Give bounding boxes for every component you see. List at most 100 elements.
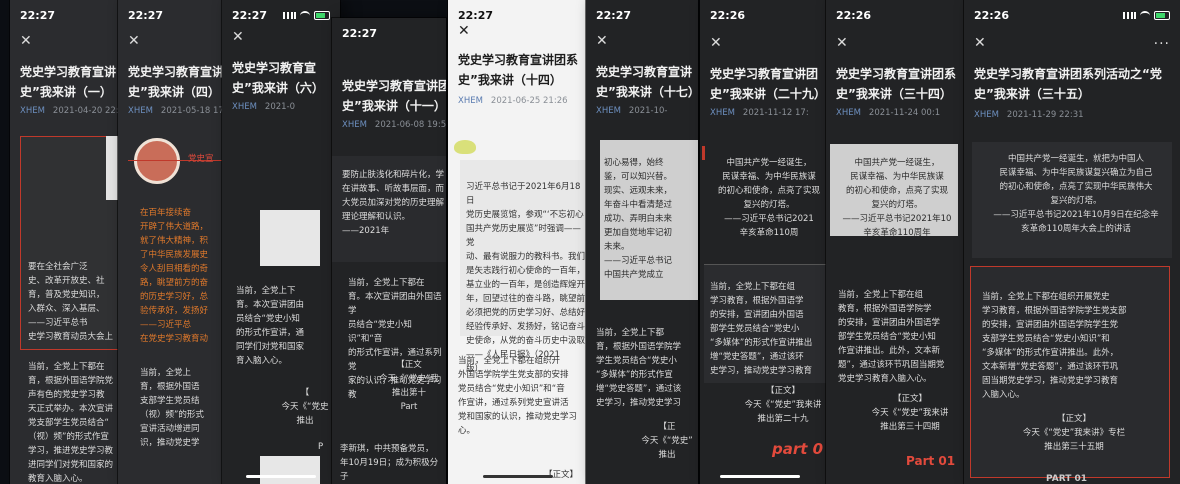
body-text: 当前，全党上 育，根据外国语 支部学生党员结 （视）频”的形式 宣讲活动增进同 … (140, 368, 204, 448)
phone-screen-7: 22:26 ✕ 党史学习教育宣讲团 史”我来讲（二十九） XHEM 2021-11-… (700, 0, 826, 484)
close-icon[interactable]: ✕ (128, 34, 140, 48)
close-icon[interactable]: ✕ (596, 34, 608, 48)
article-meta: XHEM 2021-06-08 19:54 (342, 120, 446, 130)
publish-date: 2021-11-29 22:31 (1006, 110, 1084, 120)
source-name[interactable]: XHEM (458, 96, 483, 106)
status-icons (283, 11, 330, 20)
publish-date: 2021-06-08 19:54 (374, 120, 446, 130)
section-heading: 【 今天《“党史 推出 (281, 388, 329, 426)
phone-screen-3: 22:27 ✕ 党史学习教育宣 史”我来讲（六） XHEM 2021-0 当前，全党… (222, 0, 340, 484)
publish-date: 2021-05-18 17:3 (160, 106, 230, 116)
status-time: 22:27 (20, 9, 56, 22)
close-icon[interactable]: ✕ (20, 34, 32, 48)
status-time: 22:27 (232, 9, 268, 22)
home-indicator (720, 475, 800, 478)
quote-text: 习近平总书记于2021年6月18日 党历史展览馆，参观“‘不忘初心 国共产党历史… (466, 182, 586, 374)
battery-icon (314, 11, 330, 20)
quote-text: 初心易得，始终 鉴，可以知兴替。 现实、远观未来， 年奋斗中看清楚过 成功、弄明… (604, 158, 673, 280)
close-icon[interactable]: ✕ (974, 36, 986, 50)
article-image (260, 210, 320, 266)
phone-screen-6: 22:27 ✕ 党史学习教育宣讲 史”我来讲（十七） XHEM 2021-10- 初… (586, 0, 698, 484)
home-indicator (483, 475, 553, 478)
publish-date: 2021-10- (628, 106, 668, 116)
phone-screen-9: 22:26 ✕ ··· 党史学习教育宣讲团系列活动之“党 史”我来讲（三十五） X… (964, 0, 1180, 484)
more-icon[interactable]: ··· (1154, 36, 1170, 52)
article-title: 党史学习教育宣讲 史”我来讲（十七） (596, 65, 698, 99)
phone-screen-8: 22:26 ✕ 党史学习教育宣讲团系 史”我来讲（三十四） XHEM 2021-11… (826, 0, 964, 484)
battery-icon (1154, 11, 1170, 20)
status-time: 22:27 (342, 27, 378, 40)
decor-image (454, 140, 476, 154)
publish-date: 2021-11-12 17: (742, 108, 809, 118)
phone-screen-4: 22:27 党史学习教育宣讲团 史”我来讲（十一） XHEM 2021-06-08 … (332, 18, 446, 484)
screenshot-collage: 22:27 ✕ 党史学习教育宣讲 史”我来讲（一） XHEM 2021-04-20 … (0, 0, 1180, 484)
decor-line (702, 146, 705, 160)
source-name[interactable]: XHEM (974, 110, 999, 120)
publish-date: 2021-06-25 21:26 (490, 96, 568, 106)
status-time: 22:27 (458, 9, 494, 22)
close-icon[interactable]: ✕ (836, 36, 848, 50)
close-icon[interactable]: ✕ (232, 30, 244, 44)
close-icon[interactable]: ✕ (710, 36, 722, 50)
part-label: part 0 (772, 440, 824, 458)
source-name[interactable]: XHEM (128, 106, 153, 116)
wifi-icon (300, 11, 310, 20)
part-label: Part 01 (906, 454, 956, 468)
article-title: 党史学习教育宣 史”我来讲（六） (232, 61, 324, 95)
article-image (260, 456, 320, 484)
profile-text: 李新琪，中共预备党员， 年10月19日；成为积极分子 (340, 444, 439, 482)
source-name[interactable]: XHEM (342, 120, 367, 130)
home-indicator (246, 475, 316, 478)
status-time: 22:26 (836, 9, 872, 22)
article-meta: XHEM 2021-10- (596, 106, 668, 116)
close-icon[interactable]: ✕ (458, 24, 470, 38)
quote-text: 在百年接续奋 开辟了伟大道路， 就了伟大精神，积 了中华民族发展史 令人刮目相看… (140, 208, 209, 344)
status-time: 22:26 (974, 9, 1010, 22)
article-title: 党史学习教育宣讲团系列活动之“党 史”我来讲（三十五） (974, 67, 1162, 101)
status-time: 22:26 (710, 9, 746, 22)
article-meta: XHEM 2021-04-20 22:5 (20, 106, 122, 116)
source-name[interactable]: XHEM (710, 108, 735, 118)
status-icons (1123, 11, 1170, 20)
source-name[interactable]: XHEM (836, 108, 861, 118)
body-text: 当前，全党上下都在 育，根据外国语学院党 声有色的党史学习教 天正式举办。本次宣… (28, 362, 114, 484)
phone-screen-1: 22:27 ✕ 党史学习教育宣讲 史”我来讲（一） XHEM 2021-04-20 … (10, 0, 122, 484)
body-text: 当前，全党上下都在组 学习教育，根据外国语学 的安排，宣讲团由外国语 部学生党员… (710, 282, 813, 376)
article-title: 党史学习教育宣讲团 史”我来讲（二十九） (710, 67, 826, 101)
phone-screen-5: 22:27 ✕ 党史学习教育宣讲团系 史”我来讲（十四） XHEM 2021-06-… (448, 0, 588, 484)
signal-icon (1123, 12, 1136, 19)
status-time: 22:27 (128, 9, 164, 22)
article-meta: XHEM 2021-11-29 22:31 (974, 110, 1084, 120)
body-text: 当前，全党上下都在组 教育，根据外国语学院学 的安排，宣讲团由外国语学 部学生党… (838, 290, 945, 384)
banner-label: 党史宣 (188, 154, 214, 164)
quote-text: 中国共产党一经诞生， 民谋幸福、为中华民族谋 的初心和使命，点亮了实现 复兴的灯… (717, 158, 820, 238)
phone-screen-2: 22:27 ✕ 党史学习教育宣讲 史”我来讲（四） XHEM 2021-05-18 … (118, 0, 230, 484)
source-name[interactable]: XHEM (232, 102, 257, 112)
quote-text: 中国共产党一经诞生，就把为中国人 民谋幸福、为中华民族谋复兴确立为自己 的初心和… (993, 154, 1159, 234)
section-heading: 【正文】 今天《“党史”我来讲 推出第三十四期 (871, 394, 949, 432)
banner-emblem (134, 138, 180, 184)
body-text: 当前，全党上下都 育，根据外国语学院学 学生党员结合“党史小 “多媒体”的形式作… (596, 328, 682, 408)
quote-text: 中国共产党一经诞生， 民谋幸福、为中华民族谋 的初心和使命，点亮了实现 复兴的灯… (842, 158, 952, 238)
section-heading: 【正 今天《“党史” 推出 (641, 422, 693, 460)
quote-text: 要在全社会广泛 史、改革开放史、社 育，普及党史知识， 入群众、深入基层、 ——… (28, 262, 114, 342)
part-label: PART 01 (1046, 474, 1088, 484)
article-title: 党史学习教育宣讲团系 史”我来讲（三十四） (836, 67, 957, 101)
article-meta: XHEM 2021-05-18 17:3 (128, 106, 230, 116)
article-meta: XHEM 2021-06-25 21:26 (458, 96, 568, 106)
body-text: 当前，全党上下都在组织开 外国语学院学生党支部的安排 党员结合“党史小知识”和“… (458, 356, 578, 436)
publish-date: 2021-0 (264, 102, 296, 112)
status-time: 22:27 (596, 9, 632, 22)
signal-icon (283, 12, 296, 19)
article-title: 党史学习教育宣讲 史”我来讲（一） (20, 65, 117, 99)
source-name[interactable]: XHEM (596, 106, 621, 116)
section-heading: 【正文】 今天《“党史”我来讲 推出第二十九 (744, 386, 822, 424)
body-text: 当前，全党上下都在组织开展党史 学习教育，根据外国语学院学生党支部 的安排，宣讲… (982, 292, 1127, 400)
article-meta: XHEM 2021-11-12 17: (710, 108, 809, 118)
article-title: 党史学习教育宣讲团系 史”我来讲（十四） (458, 53, 579, 87)
publish-date: 2021-11-24 00:1 (868, 108, 941, 118)
source-name[interactable]: XHEM (20, 106, 45, 116)
section-heading: 【正文 今天《“党史”我 推出第十 Part (379, 360, 439, 412)
article-title: 党史学习教育宣讲团 史”我来讲（十一） (342, 79, 446, 113)
section-heading: 【正文】 今天《“党史”我来讲》专栏 推出第三十五期 (1022, 414, 1126, 452)
